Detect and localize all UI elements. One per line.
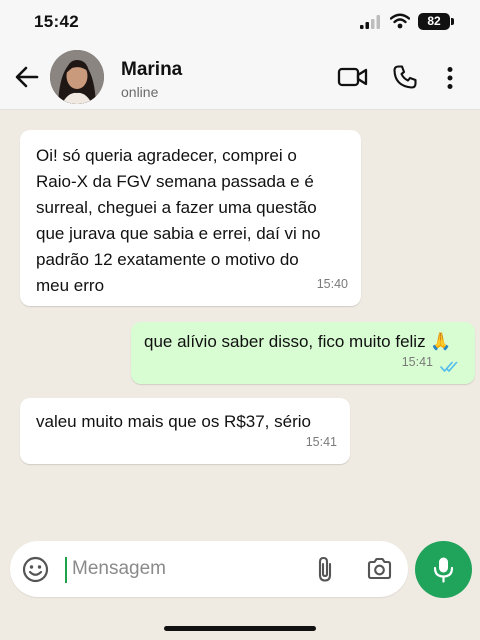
avatar-photo [50,50,104,104]
contact-name[interactable]: Marina [121,59,182,81]
signal-icon [360,15,380,29]
emoji-icon[interactable] [22,556,49,583]
message-incoming[interactable]: valeu muito mais que os R$37, sério 15:4… [20,398,350,464]
message-time: 15:41 [305,435,337,449]
wifi-icon [390,13,410,29]
avatar[interactable] [50,50,104,104]
message-outgoing[interactable]: que alívio saber disso, fico muito feliz… [131,322,475,384]
message-time: 15:40 [316,277,348,291]
phone-icon[interactable] [392,64,418,90]
read-ticks-icon [440,361,458,372]
chat-header: Marina online [0,46,480,110]
more-vertical-icon[interactable] [446,66,454,90]
text-cursor [65,557,67,583]
message-text: valeu muito mais que os R$37, sério [36,412,311,431]
battery-level: 82 [418,13,450,30]
contact-status: online [121,84,159,100]
message-composer [10,541,408,597]
home-indicator[interactable] [164,626,316,631]
message-time: 15:41 [401,355,433,369]
arrow-left-icon[interactable] [14,64,40,90]
camera-icon[interactable] [366,557,393,581]
paperclip-icon[interactable] [315,555,335,583]
battery-tip [451,18,454,25]
message-input[interactable] [72,554,302,584]
message-incoming[interactable]: Oi! só queria agradecer, comprei o Raio-… [20,130,361,306]
message-text: Oi! só queria agradecer, comprei o Raio-… [36,146,321,295]
status-bar: 15:42 82 [0,0,480,46]
microphone-icon [433,557,454,583]
chat-area: Oi! só queria agradecer, comprei o Raio-… [0,110,480,530]
video-camera-icon[interactable] [337,66,369,88]
microphone-button[interactable] [415,541,472,598]
status-time: 15:42 [34,12,79,31]
